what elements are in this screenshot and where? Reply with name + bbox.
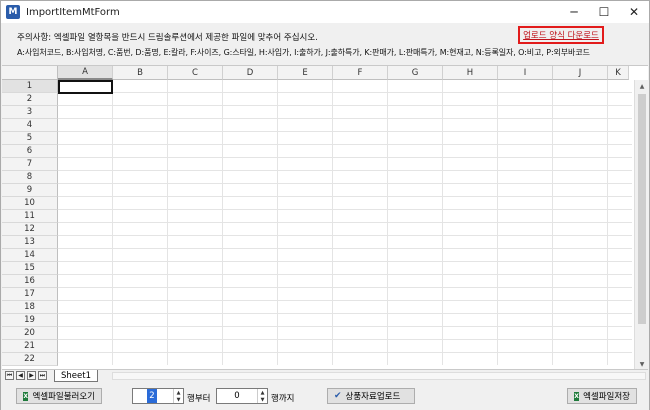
- column-header-c[interactable]: C: [168, 66, 223, 80]
- scroll-down-icon[interactable]: ▼: [635, 358, 648, 369]
- column-header-k[interactable]: K: [608, 66, 629, 80]
- save-excel-button[interactable]: X 엑셀파일저장: [567, 388, 637, 404]
- excel-icon: X: [574, 391, 580, 401]
- save-excel-label: 엑셀파일저장: [583, 392, 630, 402]
- upload-products-button[interactable]: ✔ 상품자료업로드: [327, 388, 415, 404]
- title-bar: M ImportItemMtForm ─ ☐ ✕: [1, 1, 649, 23]
- row-header-9[interactable]: 9: [2, 184, 58, 197]
- to-row-up-icon[interactable]: ▲: [258, 389, 267, 396]
- sheet-tab[interactable]: Sheet1: [54, 370, 98, 382]
- spreadsheet[interactable]: ▲ ▼ A B C D E F G H I J K 1 2 3 4 5 6 7 8 9 10 11 12 13 14 15 16 17…: [2, 65, 648, 369]
- column-header-g[interactable]: G: [388, 66, 443, 80]
- import-item-window: M ImportItemMtForm ─ ☐ ✕ 주의사항: 엑셀파일 열항목을…: [0, 0, 650, 410]
- column-header-h[interactable]: H: [443, 66, 498, 80]
- row-header-22[interactable]: 22: [2, 353, 58, 366]
- row-header-18[interactable]: 18: [2, 301, 58, 314]
- window-title: ImportItemMtForm: [26, 6, 120, 18]
- column-header-f[interactable]: F: [333, 66, 388, 80]
- cell-grid[interactable]: [58, 80, 632, 365]
- upload-products-label: 상품자료업로드: [345, 392, 401, 402]
- select-all-corner[interactable]: [2, 66, 58, 80]
- maximize-button[interactable]: ☐: [589, 1, 619, 23]
- row-header-11[interactable]: 11: [2, 210, 58, 223]
- row-header-3[interactable]: 3: [2, 106, 58, 119]
- row-header-20[interactable]: 20: [2, 327, 58, 340]
- vertical-scrollbar[interactable]: ▲ ▼: [634, 80, 648, 369]
- to-row-arrows[interactable]: ▲ ▼: [257, 389, 267, 403]
- column-header-d[interactable]: D: [223, 66, 278, 80]
- checkmark-icon: ✔: [334, 391, 342, 401]
- column-header-i[interactable]: I: [498, 66, 553, 80]
- scroll-up-icon[interactable]: ▲: [635, 80, 648, 92]
- window-controls: ─ ☐ ✕: [559, 1, 649, 23]
- column-header-b[interactable]: B: [113, 66, 168, 80]
- from-row-up-icon[interactable]: ▲: [174, 389, 183, 396]
- next-sheet-icon[interactable]: ▶: [27, 371, 36, 380]
- app-icon: M: [6, 5, 20, 19]
- from-row-arrows[interactable]: ▲ ▼: [173, 389, 183, 403]
- column-header-j[interactable]: J: [553, 66, 608, 80]
- row-header-21[interactable]: 21: [2, 340, 58, 353]
- from-row-stepper[interactable]: ▲ ▼: [132, 388, 184, 404]
- row-header-8[interactable]: 8: [2, 171, 58, 184]
- sheet-tab-bar: ⏮ ◀ ▶ ⏭ Sheet1: [2, 369, 648, 382]
- from-row-label: 행부터: [187, 394, 211, 404]
- bottom-toolbar: X 엑셀파일불러오기 ▲ ▼ 행부터 ▲ ▼ 행까지 ✔ 상품자료업로드 X 엑…: [1, 382, 649, 410]
- row-header-15[interactable]: 15: [2, 262, 58, 275]
- row-header-5[interactable]: 5: [2, 132, 58, 145]
- scroll-thumb[interactable]: [638, 94, 646, 324]
- row-header-17[interactable]: 17: [2, 288, 58, 301]
- row-header-6[interactable]: 6: [2, 145, 58, 158]
- horizontal-scrollbar[interactable]: [112, 372, 646, 380]
- column-header-a[interactable]: A: [58, 66, 113, 80]
- row-header-4[interactable]: 4: [2, 119, 58, 132]
- last-sheet-icon[interactable]: ⏭: [38, 371, 47, 380]
- row-header-7[interactable]: 7: [2, 158, 58, 171]
- row-header-13[interactable]: 13: [2, 236, 58, 249]
- column-header-e[interactable]: E: [278, 66, 333, 80]
- download-template-link[interactable]: 업로드 양식 다운로드: [518, 26, 604, 44]
- notice-text: 주의사항: 엑셀파일 열항목을 반드시 드림솔루션에서 제공한 파일에 맞추어 …: [17, 33, 318, 43]
- notice-area: 주의사항: 엑셀파일 열항목을 반드시 드림솔루션에서 제공한 파일에 맞추어 …: [1, 23, 649, 65]
- prev-sheet-icon[interactable]: ◀: [16, 371, 25, 380]
- row-header-19[interactable]: 19: [2, 314, 58, 327]
- first-sheet-icon[interactable]: ⏮: [5, 371, 14, 380]
- row-header-2[interactable]: 2: [2, 93, 58, 106]
- row-header-1[interactable]: 1: [2, 80, 58, 93]
- columns-legend: A:사입처코드, B:사입처명, C:품번, D:품명, E:칼라, F:사이즈…: [17, 48, 590, 57]
- to-row-input[interactable]: [217, 389, 257, 403]
- from-row-down-icon[interactable]: ▼: [174, 396, 183, 403]
- load-excel-button[interactable]: X 엑셀파일불러오기: [16, 388, 102, 404]
- from-row-input[interactable]: [147, 389, 157, 403]
- to-row-stepper[interactable]: ▲ ▼: [216, 388, 268, 404]
- to-row-label: 행까지: [271, 394, 295, 404]
- close-button[interactable]: ✕: [619, 1, 649, 23]
- minimize-button[interactable]: ─: [559, 1, 589, 23]
- to-row-down-icon[interactable]: ▼: [258, 396, 267, 403]
- load-excel-label: 엑셀파일불러오기: [32, 392, 95, 402]
- row-header-12[interactable]: 12: [2, 223, 58, 236]
- row-header-14[interactable]: 14: [2, 249, 58, 262]
- row-header-10[interactable]: 10: [2, 197, 58, 210]
- active-cell-a1[interactable]: [58, 80, 113, 94]
- excel-icon: X: [23, 391, 29, 401]
- row-header-16[interactable]: 16: [2, 275, 58, 288]
